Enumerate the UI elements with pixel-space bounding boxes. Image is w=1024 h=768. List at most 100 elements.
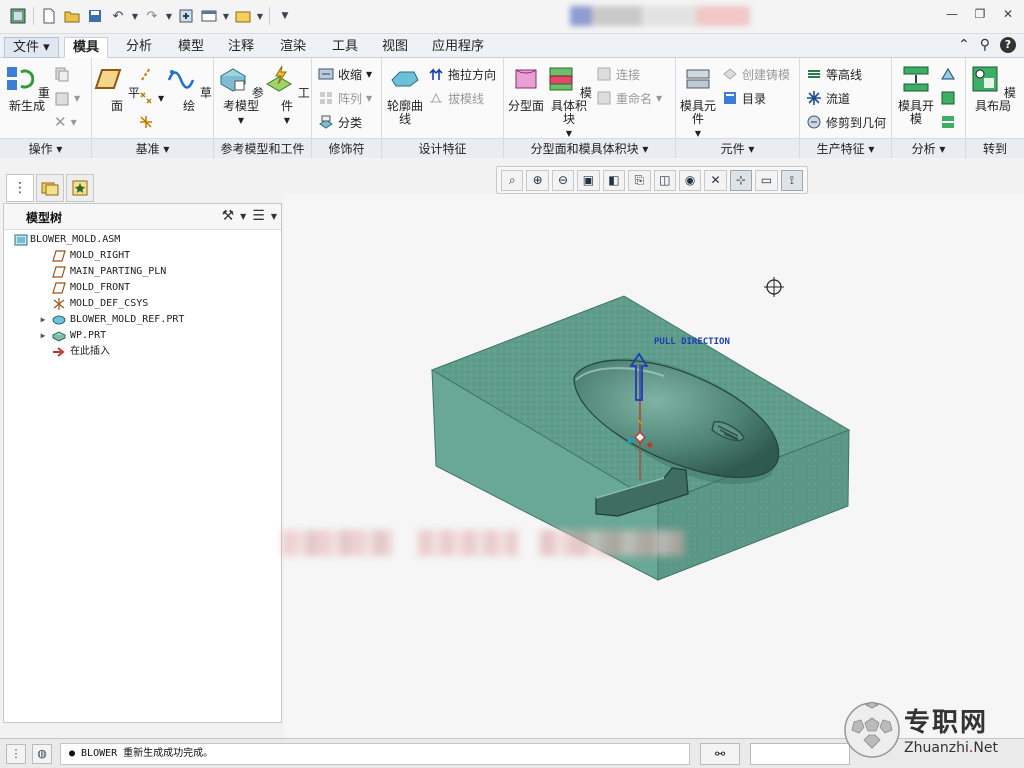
redo-icon[interactable]: ↷ <box>142 6 162 26</box>
regenerate-small-icon[interactable] <box>176 6 196 26</box>
sketch-button[interactable]: 草绘 <box>166 64 212 113</box>
group-title-datum[interactable]: 基准 ▾ <box>92 138 213 158</box>
tree-settings-icon[interactable]: ⚒ <box>222 208 235 224</box>
axis-button[interactable] <box>138 64 154 84</box>
windows-icon[interactable] <box>199 6 219 26</box>
favorites-tab[interactable] <box>66 174 94 202</box>
analysis-tool-1-button[interactable] <box>940 64 956 84</box>
tree-row[interactable]: MOLD_RIGHT <box>4 248 281 264</box>
new-icon[interactable] <box>39 6 59 26</box>
undo-icon[interactable]: ↶ <box>108 6 128 26</box>
point-button[interactable]: ▼ <box>138 88 164 108</box>
search-icon[interactable]: ⚲ <box>980 37 990 53</box>
create-casting-button[interactable]: 创建铸模 <box>722 64 790 84</box>
tree-row[interactable]: ▶ WP.PRT <box>4 328 281 344</box>
repaint-button[interactable]: ▣ <box>577 169 600 191</box>
customize-qat-icon[interactable]: ▼ <box>275 6 295 26</box>
mold-layout-button[interactable]: 模具布局 <box>970 64 1016 113</box>
tree-row[interactable]: BLOWER_MOLD.ASM <box>4 232 281 248</box>
group-title-production[interactable]: 生产特征 ▾ <box>800 138 891 158</box>
app-icon[interactable] <box>8 6 28 26</box>
group-title-parting[interactable]: 分型面和模具体积块 ▾ <box>504 138 675 158</box>
group-title-analysis[interactable]: 分析 ▾ <box>892 138 965 158</box>
tab-file[interactable]: 文件 ▾ <box>4 37 59 58</box>
analysis-tool-3-button[interactable] <box>940 112 956 132</box>
workpiece-button[interactable]: 工件 ▼ <box>264 64 310 127</box>
display-style-button[interactable]: ◧ <box>602 169 626 191</box>
tab-model[interactable]: 模型 <box>170 37 212 58</box>
runner-button[interactable]: 流道 <box>806 88 850 108</box>
pull-direction-button[interactable]: 拖拉方向 <box>428 64 496 84</box>
tree-row[interactable]: 在此插入 <box>4 344 281 360</box>
selection-filter[interactable] <box>750 743 850 765</box>
toggle-browser-button[interactable]: ◍ <box>32 744 52 764</box>
model-tree-tab[interactable]: ⋮ <box>6 174 34 202</box>
shrink-button[interactable]: 收缩 ▼ <box>318 64 372 84</box>
tree-columns-icon[interactable]: ☰ <box>252 208 265 224</box>
smart-filter-button[interactable]: ⚯ <box>700 743 740 765</box>
catalog-button[interactable]: 目录 <box>722 88 766 108</box>
dropdown-arrow-icon[interactable]: ▼ <box>271 212 277 221</box>
analysis-tool-2-button[interactable] <box>940 88 956 108</box>
mold-volume-button[interactable]: 模具体积块 ▼ <box>546 64 592 140</box>
tab-tools[interactable]: 工具 <box>324 37 366 58</box>
tab-applications[interactable]: 应用程序 <box>424 37 492 58</box>
rename-button[interactable]: 重命名 ▼ <box>596 88 662 108</box>
regenerate-button[interactable]: 重新生成 <box>4 64 50 113</box>
close-window-icon[interactable] <box>233 6 253 26</box>
tab-mold[interactable]: 模具 <box>64 37 109 58</box>
refit-button[interactable]: ⌕ <box>501 169 524 191</box>
csys-button[interactable] <box>138 112 154 132</box>
paste-button[interactable]: ▼ <box>54 88 80 108</box>
tab-view[interactable]: 视图 <box>374 37 416 58</box>
saved-views-button[interactable]: ⎘ <box>628 169 651 191</box>
toggle-navigator-button[interactable]: ⋮ <box>6 744 26 764</box>
folder-browser-tab[interactable] <box>36 174 64 202</box>
open-icon[interactable] <box>62 6 82 26</box>
trim-to-geometry-button[interactable]: 修剪到几何 <box>806 112 886 132</box>
group-title-component[interactable]: 元件 ▾ <box>676 138 799 158</box>
expand-toggle-icon[interactable]: ▶ <box>38 312 48 328</box>
dropdown-arrow-icon[interactable]: ▼ <box>222 6 230 26</box>
restore-icon[interactable]: ❐ <box>972 6 988 22</box>
close-icon[interactable]: ✕ <box>1000 6 1016 22</box>
collapse-ribbon-icon[interactable]: ⌃ <box>958 37 970 53</box>
minimize-icon[interactable]: — <box>944 6 960 22</box>
zoom-out-button[interactable]: ⊖ <box>551 169 575 191</box>
tree-row[interactable]: MOLD_FRONT <box>4 280 281 296</box>
pattern-button[interactable]: 阵列 ▼ <box>318 88 372 108</box>
delete-button[interactable]: ✕ ▼ <box>54 112 77 132</box>
dropdown-arrow-icon[interactable]: ▼ <box>165 6 173 26</box>
copy-button[interactable] <box>54 64 70 84</box>
annotation-display-button[interactable]: ▭ <box>755 169 778 191</box>
datum-display-button[interactable]: ✕ <box>704 169 727 191</box>
dropdown-arrow-icon[interactable]: ▼ <box>240 212 246 221</box>
contour-button[interactable]: 等高线 <box>806 64 862 84</box>
expand-toggle-icon[interactable]: ▶ <box>38 328 48 344</box>
spin-center-button[interactable]: ⊹ <box>729 169 753 191</box>
save-icon[interactable] <box>85 6 105 26</box>
tab-render[interactable]: 渲染 <box>272 37 314 58</box>
zoom-in-button[interactable]: ⊕ <box>526 169 549 191</box>
graphics-area[interactable]: PULL DIRECTION <box>284 194 1024 738</box>
mold-3d-view[interactable]: PULL DIRECTION <box>284 194 1024 738</box>
mold-open-button[interactable]: 模具开模 <box>894 64 938 126</box>
tab-annotation[interactable]: 注释 <box>220 37 262 58</box>
tree-row[interactable]: MOLD_DEF_CSYS <box>4 296 281 312</box>
tab-analysis[interactable]: 分析 <box>118 37 160 58</box>
csys-display-button[interactable]: ⟟ <box>780 169 804 191</box>
mold-component-button[interactable]: 模具元件 ▼ <box>676 64 720 140</box>
perspective-button[interactable]: ◉ <box>678 169 702 191</box>
help-icon[interactable]: ? <box>1000 37 1016 53</box>
dropdown-arrow-icon[interactable]: ▼ <box>256 6 264 26</box>
group-title-operations[interactable]: 操作 ▾ <box>0 138 91 158</box>
silhouette-curve-button[interactable]: 轮廓曲线 <box>384 64 426 126</box>
dropdown-arrow-icon[interactable]: ▼ <box>131 6 139 26</box>
connect-button[interactable]: 连接 <box>596 64 640 84</box>
tree-row[interactable]: ▶ BLOWER_MOLD_REF.PRT <box>4 312 281 328</box>
refmodel-button[interactable]: 参考模型 ▼ <box>218 64 264 127</box>
view-manager-button[interactable]: ◫ <box>653 169 676 191</box>
plane-button[interactable]: 平面 <box>94 64 140 113</box>
tree-row[interactable]: MAIN_PARTING_PLN <box>4 264 281 280</box>
draft-line-button[interactable]: 拔模线 <box>428 88 484 108</box>
